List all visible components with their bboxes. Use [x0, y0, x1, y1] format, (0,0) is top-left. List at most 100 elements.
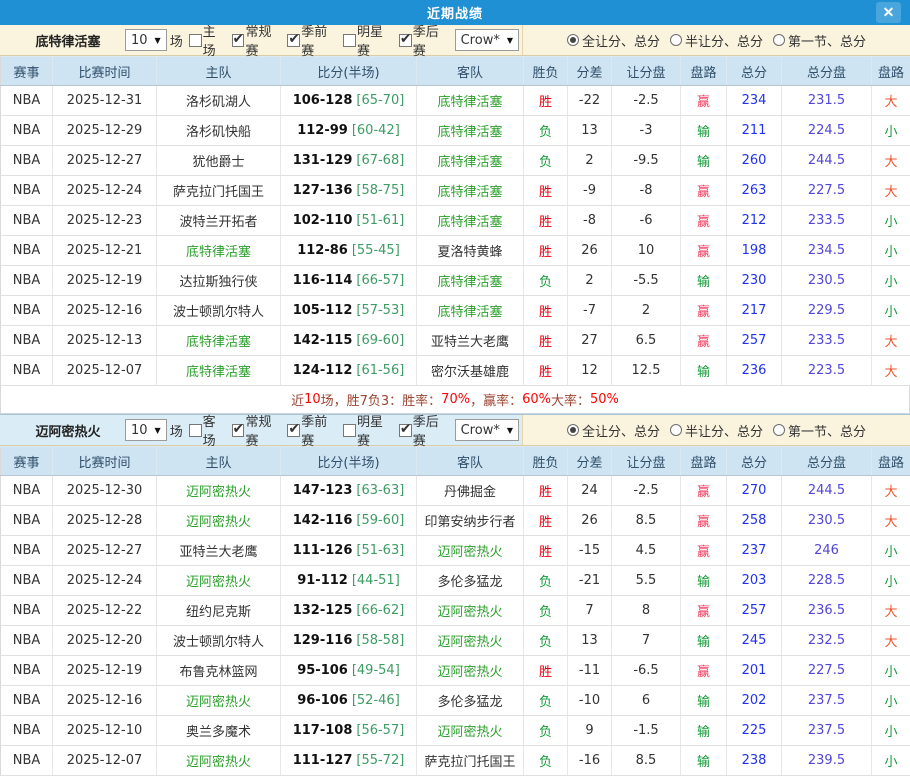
total-points-cell[interactable]: 270 [727, 476, 782, 506]
games-count-select[interactable]: 10 ▼ [125, 29, 167, 51]
total-points-cell[interactable]: 201 [727, 656, 782, 686]
filter-checkbox[interactable]: 主场 [186, 21, 229, 59]
checkbox-icon[interactable] [189, 34, 202, 47]
handicap-cell: 7 [612, 626, 681, 656]
checkbox-icon[interactable] [287, 424, 300, 437]
total-points-cell[interactable]: 257 [727, 326, 782, 356]
total-line-cell[interactable]: 236.5 [782, 596, 872, 626]
odds-type-label: 半让分、总分 [685, 421, 763, 440]
total-line-cell[interactable]: 246 [782, 536, 872, 566]
total-line-cell[interactable]: 233.5 [782, 326, 872, 356]
total-points-cell[interactable]: 260 [727, 146, 782, 176]
odds-type-radio[interactable]: 半让分、总分 [670, 421, 763, 440]
checkbox-icon[interactable] [232, 34, 245, 47]
radio-icon[interactable] [567, 424, 579, 436]
total-points-cell[interactable]: 202 [727, 686, 782, 716]
odds-type-radio[interactable]: 半让分、总分 [670, 31, 763, 50]
total-points-cell[interactable]: 236 [727, 356, 782, 386]
total-line-cell[interactable]: 224.5 [782, 116, 872, 146]
checkbox-icon[interactable] [232, 424, 245, 437]
total-line-cell[interactable]: 232.5 [782, 626, 872, 656]
total-points-cell[interactable]: 211 [727, 116, 782, 146]
point-diff-cell: -8 [568, 206, 612, 236]
handicap-result-cell: 输 [681, 716, 727, 746]
odds-type-radio[interactable]: 全让分、总分 [567, 421, 660, 440]
checkbox-icon[interactable] [343, 34, 356, 47]
bookmaker-select[interactable]: Crow* ▼ [455, 419, 519, 441]
total-line-cell[interactable]: 244.5 [782, 146, 872, 176]
score-cell: 106-128[65-70] [281, 86, 417, 116]
total-points-cell[interactable]: 230 [727, 266, 782, 296]
odds-type-radio[interactable]: 第一节、总分 [773, 421, 866, 440]
results-table-heat: 赛事 比赛时间 主队 比分(半场) 客队 胜负 分差 让分盘 盘路 总分 总分盘… [0, 446, 910, 776]
filter-checkbox[interactable]: 明星赛 [340, 411, 396, 449]
table-row: NBA 2025-12-21 底特律活塞 112-86[55-45] 夏洛特黄蜂… [1, 236, 910, 266]
radio-icon[interactable] [773, 424, 785, 436]
checkbox-icon[interactable] [399, 424, 412, 437]
filter-checkbox[interactable]: 明星赛 [340, 21, 396, 59]
total-points-cell[interactable]: 203 [727, 566, 782, 596]
team-name: 迈阿密热火 [32, 421, 104, 440]
total-line-cell[interactable]: 230.5 [782, 506, 872, 536]
date-cell: 2025-12-10 [53, 716, 157, 746]
away-team-cell: 多伦多猛龙 [417, 566, 524, 596]
total-points-cell[interactable]: 225 [727, 716, 782, 746]
close-button[interactable]: ✕ [876, 2, 901, 23]
total-line-cell[interactable]: 223.5 [782, 356, 872, 386]
total-line-cell[interactable]: 229.5 [782, 296, 872, 326]
filter-checkbox[interactable]: 季前赛 [284, 411, 340, 449]
total-line-cell[interactable]: 231.5 [782, 86, 872, 116]
total-points-cell[interactable]: 263 [727, 176, 782, 206]
total-points-cell[interactable]: 237 [727, 536, 782, 566]
filter-checkbox[interactable]: 季后赛 [396, 21, 452, 59]
home-team-cell: 达拉斯独行侠 [157, 266, 281, 296]
handicap-cell: -6.5 [612, 656, 681, 686]
radio-icon[interactable] [773, 34, 785, 46]
total-points-cell[interactable]: 198 [727, 236, 782, 266]
total-points-cell[interactable]: 257 [727, 596, 782, 626]
radio-icon[interactable] [670, 424, 682, 436]
date-cell: 2025-12-13 [53, 326, 157, 356]
total-line-cell[interactable]: 244.5 [782, 476, 872, 506]
over-under-cell: 小 [872, 296, 910, 326]
filter-checkbox-label: 季后赛 [413, 411, 452, 449]
bookmaker-select[interactable]: Crow* ▼ [455, 29, 519, 51]
filter-checkbox[interactable]: 常规赛 [229, 21, 285, 59]
total-line-cell[interactable]: 227.5 [782, 176, 872, 206]
date-cell: 2025-12-21 [53, 236, 157, 266]
filter-checkbox[interactable]: 客场 [186, 411, 229, 449]
checkbox-icon[interactable] [189, 424, 202, 437]
handicap-cell: 8.5 [612, 746, 681, 776]
total-points-cell[interactable]: 217 [727, 296, 782, 326]
total-line-cell[interactable]: 228.5 [782, 566, 872, 596]
date-cell: 2025-12-28 [53, 506, 157, 536]
total-points-cell[interactable]: 245 [727, 626, 782, 656]
total-line-cell[interactable]: 230.5 [782, 266, 872, 296]
filter-checkbox[interactable]: 季后赛 [396, 411, 452, 449]
total-line-cell[interactable]: 227.5 [782, 656, 872, 686]
odds-type-radio[interactable]: 全让分、总分 [567, 31, 660, 50]
filter-checkbox[interactable]: 季前赛 [284, 21, 340, 59]
score-cell: 111-127[55-72] [281, 746, 417, 776]
total-line-cell[interactable]: 237.5 [782, 716, 872, 746]
radio-icon[interactable] [567, 34, 579, 46]
radio-icon[interactable] [670, 34, 682, 46]
total-points-cell[interactable]: 258 [727, 506, 782, 536]
checkbox-icon[interactable] [399, 34, 412, 47]
checkbox-icon[interactable] [287, 34, 300, 47]
total-points-cell[interactable]: 238 [727, 746, 782, 776]
score-cell: 102-110[51-61] [281, 206, 417, 236]
summary-segment: 近 [291, 390, 304, 409]
games-count-select[interactable]: 10 ▼ [125, 419, 167, 441]
checkbox-icon[interactable] [343, 424, 356, 437]
total-points-cell[interactable]: 212 [727, 206, 782, 236]
win-loss-cell: 胜 [524, 86, 568, 116]
total-line-cell[interactable]: 234.5 [782, 236, 872, 266]
total-line-cell[interactable]: 239.5 [782, 746, 872, 776]
total-points-cell[interactable]: 234 [727, 86, 782, 116]
total-line-cell[interactable]: 237.5 [782, 686, 872, 716]
filter-checkbox[interactable]: 常规赛 [229, 411, 285, 449]
total-line-cell[interactable]: 233.5 [782, 206, 872, 236]
odds-type-radio[interactable]: 第一节、总分 [773, 31, 866, 50]
date-cell: 2025-12-19 [53, 656, 157, 686]
